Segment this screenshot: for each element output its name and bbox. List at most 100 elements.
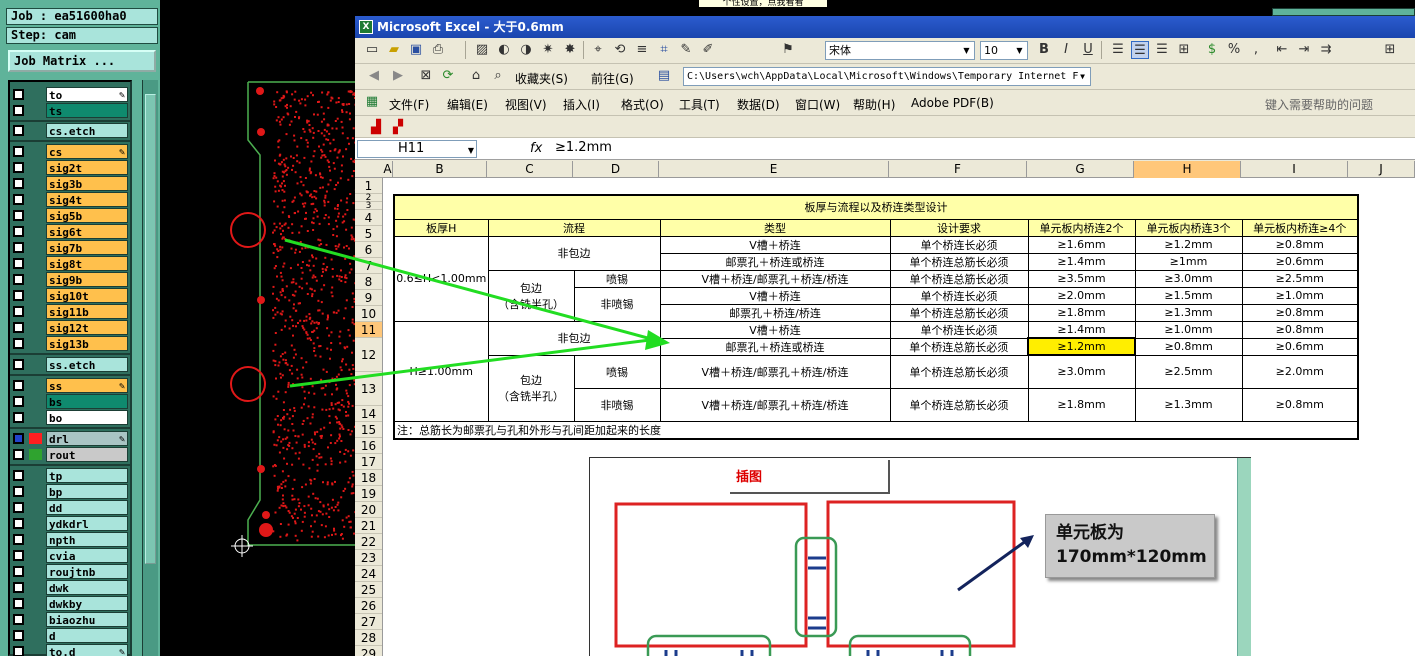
layer-row-sig7b[interactable]: sig7b	[10, 240, 130, 255]
help-search-input[interactable]: 键入需要帮助的问题	[1265, 96, 1373, 113]
currency-icon[interactable]: $	[1203, 41, 1221, 59]
req-cell[interactable]: 单个桥连总筋长必须	[889, 269, 1029, 288]
type-cell[interactable]: V槽＋桥连/邮票孔＋桥连/桥连	[659, 269, 891, 288]
layer-name[interactable]: npth	[46, 532, 128, 547]
bridge3-cell[interactable]: ≥2.5mm	[1134, 354, 1243, 389]
row-header[interactable]: 29	[355, 646, 382, 656]
layer-list-scrollbar[interactable]	[142, 80, 158, 656]
row-header[interactable]: 8	[355, 274, 382, 290]
bridge4-cell[interactable]: ≥0.8mm	[1241, 235, 1359, 254]
layer-row-rout[interactable]: rout	[10, 447, 130, 462]
font-size-select[interactable]: 10 ▼	[980, 41, 1028, 60]
req-cell[interactable]: 单个桥连总筋长必须	[889, 354, 1029, 389]
layer-checkbox[interactable]	[13, 486, 24, 497]
layer-checkbox[interactable]	[13, 178, 24, 189]
layer-checkbox[interactable]	[13, 534, 24, 545]
req-cell[interactable]: 单个桥连总筋长必须	[889, 252, 1029, 271]
layer-name[interactable]: rout	[46, 447, 128, 462]
process-cell[interactable]: 非包边	[487, 235, 661, 271]
layer-row-cs[interactable]: cs ✎	[10, 144, 130, 159]
layer-checkbox[interactable]	[13, 396, 24, 407]
layer-name[interactable]: bp	[46, 484, 128, 499]
row-header[interactable]: 16	[355, 438, 382, 454]
go-menu[interactable]: 前往(G)	[591, 70, 634, 87]
layer-row-ydkdrl[interactable]: ydkdrl	[10, 516, 130, 531]
layer-row-sig6t[interactable]: sig6t	[10, 224, 130, 239]
menu-item[interactable]: 窗口(W)	[795, 96, 840, 113]
bridge4-cell[interactable]: ≥0.6mm	[1241, 337, 1359, 356]
layer-name[interactable]: cs.etch	[46, 123, 128, 138]
layer-checkbox[interactable]	[13, 550, 24, 561]
layer-name[interactable]: sig7b	[46, 240, 128, 255]
home-icon[interactable]: ⌂	[467, 67, 485, 85]
process-cell[interactable]: 非包边	[487, 320, 661, 356]
type-cell[interactable]: V槽＋桥连	[659, 286, 891, 305]
align-right-icon[interactable]: ☰	[1153, 41, 1171, 59]
layer-name[interactable]: biaozhu	[46, 612, 128, 627]
layer-name[interactable]: dwkby	[46, 596, 128, 611]
row-header[interactable]: 27	[355, 614, 382, 630]
merge-center-icon[interactable]: ⊞	[1175, 41, 1193, 59]
layer-checkbox[interactable]	[13, 614, 24, 625]
picture-icon[interactable]: ▨	[473, 41, 491, 59]
row-header[interactable]: 6	[355, 242, 382, 258]
layer-row-dwkby[interactable]: dwkby	[10, 596, 130, 611]
bridge4-cell[interactable]: ≥2.0mm	[1241, 354, 1359, 389]
bridge3-cell[interactable]: ≥1.5mm	[1134, 286, 1243, 305]
selected-cell-h11[interactable]: ≥1.2mm	[1027, 337, 1136, 356]
type-cell[interactable]: V槽＋桥连/邮票孔＋桥连/桥连	[659, 354, 891, 389]
layer-row-d[interactable]: d	[10, 628, 130, 643]
back-icon[interactable]: ◀	[365, 67, 383, 85]
layer-row-tp[interactable]: tp	[10, 468, 130, 483]
layer-name[interactable]: to.d ✎	[46, 644, 128, 656]
type-cell[interactable]: 邮票孔＋桥连或桥连	[659, 337, 891, 356]
thickness-cell[interactable]: H≥1.00mm	[393, 320, 489, 422]
layer-checkbox[interactable]	[13, 433, 24, 444]
layer-name[interactable]: dwk	[46, 580, 128, 595]
bridge2-cell[interactable]: ≥2.0mm	[1027, 286, 1136, 305]
req-cell[interactable]: 单个桥连长必须	[889, 235, 1029, 254]
layer-checkbox[interactable]	[13, 582, 24, 593]
borders-icon[interactable]: ⊞	[1381, 41, 1399, 59]
layer-name[interactable]: roujtnb	[46, 564, 128, 579]
layer-name[interactable]: drl ✎	[46, 431, 128, 446]
pdf-convert-icon[interactable]: ▟	[367, 119, 385, 137]
layer-row-sig2t[interactable]: sig2t	[10, 160, 130, 175]
row-header[interactable]: 1	[355, 178, 382, 194]
excel-title-bar[interactable]: X Microsoft Excel - 大于0.6mm	[355, 16, 1415, 38]
layer-row-sig13b[interactable]: sig13b	[10, 336, 130, 351]
font-name-select[interactable]: 宋体 ▼	[825, 41, 975, 60]
menu-item[interactable]: 插入(I)	[563, 96, 600, 113]
layer-row-bo[interactable]: bo	[10, 410, 130, 425]
row-header[interactable]: 28	[355, 630, 382, 646]
layer-name[interactable]: dd	[46, 500, 128, 515]
layer-checkbox[interactable]	[13, 598, 24, 609]
row-header[interactable]: 11	[355, 322, 382, 338]
layer-checkbox[interactable]	[13, 338, 24, 349]
layer-name[interactable]: sig11b	[46, 304, 128, 319]
save-icon[interactable]: ▣	[407, 41, 425, 59]
layer-checkbox[interactable]	[13, 146, 24, 157]
column-header[interactable]: J	[1348, 161, 1415, 178]
column-header[interactable]: E	[659, 161, 889, 178]
column-header[interactable]: C	[487, 161, 573, 178]
layer-name[interactable]: sig2t	[46, 160, 128, 175]
layer-row-biaozhu[interactable]: biaozhu	[10, 612, 130, 627]
layer-name[interactable]: cvia	[46, 548, 128, 563]
pen-icon[interactable]: ✐	[699, 41, 717, 59]
column-header[interactable]: H	[1134, 161, 1241, 178]
req-cell[interactable]: 单个桥连总筋长必须	[889, 303, 1029, 322]
row-header[interactable]: 26	[355, 598, 382, 614]
layer-row-sig10t[interactable]: sig10t	[10, 288, 130, 303]
open-icon[interactable]: ▰	[385, 41, 403, 59]
bridge2-cell[interactable]: ≥1.4mm	[1027, 320, 1136, 339]
row-header[interactable]: 14	[355, 406, 382, 422]
layer-name[interactable]: sig13b	[46, 336, 128, 351]
layer-row-to[interactable]: to ✎	[10, 87, 130, 102]
layer-row-sig12t[interactable]: sig12t	[10, 320, 130, 335]
bridge3-cell[interactable]: ≥1.0mm	[1134, 320, 1243, 339]
column-header[interactable]: D	[573, 161, 659, 178]
worksheet[interactable]: 板厚与流程以及桥连类型设计 板厚H 流程 类型 设计要求 单元板内桥连2个 单元…	[383, 178, 1415, 656]
type-cell[interactable]: 邮票孔＋桥连或桥连	[659, 252, 891, 271]
layer-checkbox[interactable]	[13, 566, 24, 577]
